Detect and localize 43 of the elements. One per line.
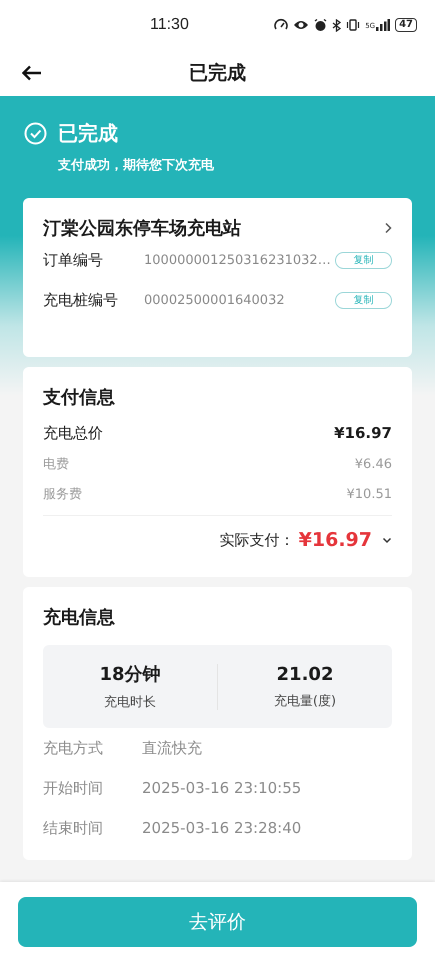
status-message: 支付成功，期待您下次充电 [58,156,215,174]
total-label: 充电总价 [43,424,103,442]
stat-label: 充电量(度) [274,692,336,710]
review-button[interactable]: 去评价 [18,897,417,947]
field-label: 充电桩编号 [43,290,119,310]
back-arrow-icon[interactable] [22,65,42,81]
stat-label: 充电时长 [104,694,156,711]
paid-label: 实际支付： [220,530,295,550]
section-title: 充电信息 [43,606,116,629]
detail-value: 2025-03-16 23:10:55 [142,779,302,797]
detail-value: 2025-03-16 23:28:40 [142,819,302,837]
paid-amount: ¥16.97 [298,529,372,551]
bluetooth-icon [332,18,342,32]
detail-label: 开始时间 [43,778,104,798]
section-title: 支付信息 [43,386,116,409]
detail-value: 直流快充 [142,738,202,758]
speedometer-icon [274,18,288,32]
battery-level: 47 [395,18,417,32]
status-time: 11:30 [150,16,189,34]
total-amount: ¥16.97 [334,424,392,442]
stat-value: 18分钟 [99,663,161,686]
field-label: 订单编号 [43,250,104,270]
field-value: 00002500001640032 [144,292,286,308]
alarm-icon [314,18,328,32]
signal-icon [376,19,390,31]
check-circle-icon [24,122,47,145]
page-title: 已完成 [189,61,246,86]
fee-amount: ¥6.46 [354,456,392,472]
station-name[interactable]: 汀棠公园东停车场充电站 [43,216,241,240]
field-value: 100000001250316231032… [144,252,332,268]
fee-amount: ¥10.51 [346,486,392,502]
chevron-down-icon[interactable] [382,536,392,544]
chevron-right-icon [384,222,392,234]
fee-label: 服务费 [43,486,82,503]
copy-button[interactable]: 复制 [335,252,392,268]
detail-label: 结束时间 [43,818,104,838]
detail-label: 充电方式 [43,738,104,758]
order-status: 已完成 [58,120,118,147]
copy-button[interactable]: 复制 [335,292,392,308]
fee-label: 电费 [43,456,69,473]
vibrate-icon [346,19,360,31]
eye-icon [293,19,310,31]
stat-value: 21.02 [276,664,334,684]
